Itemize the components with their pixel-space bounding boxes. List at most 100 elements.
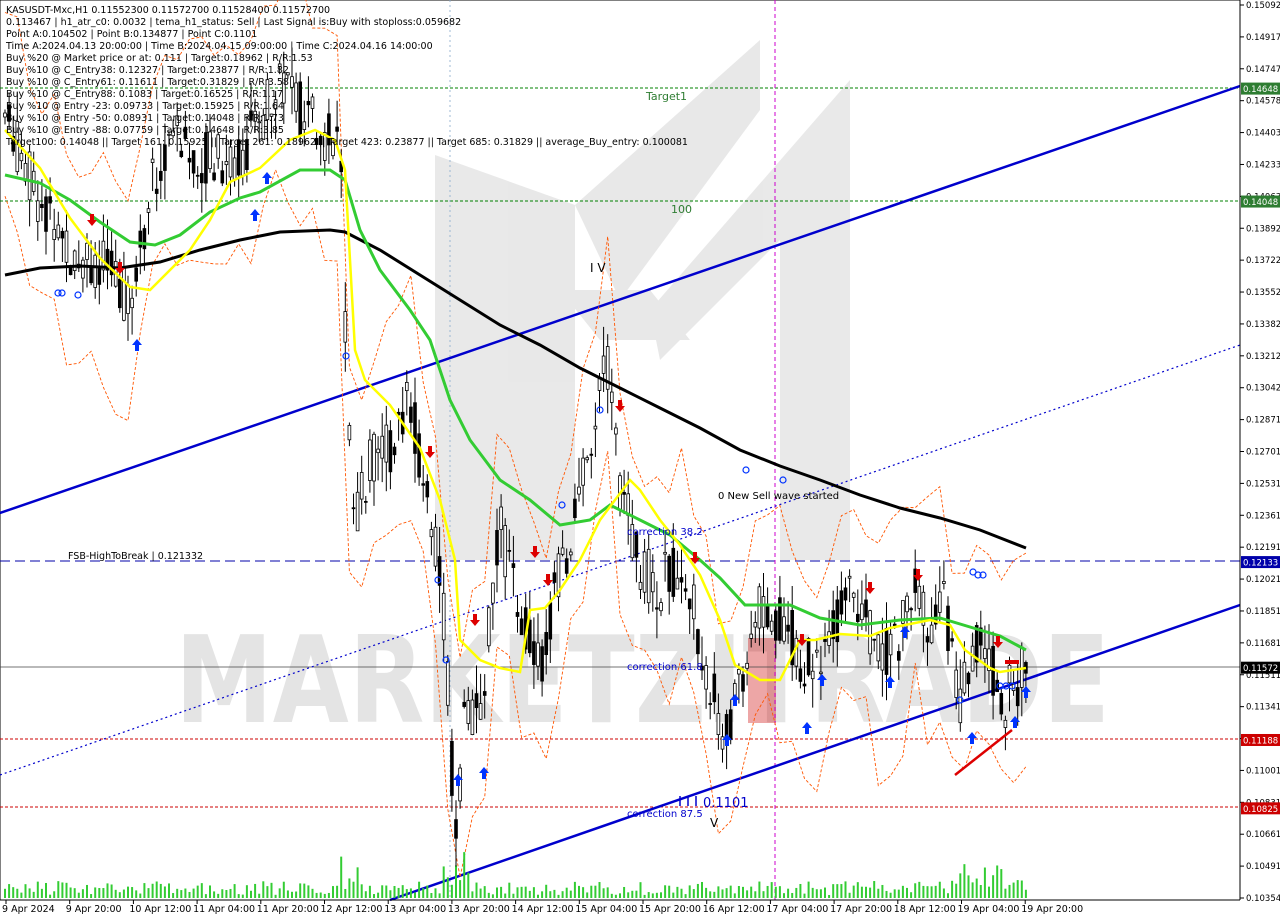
volume-bar (893, 889, 896, 898)
volume-bar (598, 882, 601, 898)
candle-body (404, 381, 409, 392)
candle-body (847, 575, 852, 579)
candle-body (441, 592, 446, 641)
candle-body (335, 126, 339, 132)
candle-body (486, 607, 491, 647)
volume-bar (319, 892, 322, 898)
candle-body (642, 551, 647, 593)
candle-body (786, 624, 790, 632)
volume-bar (688, 885, 691, 898)
volume-bar (401, 885, 404, 898)
price-tag-label: 0.14048 (1243, 198, 1278, 208)
candle-body (585, 457, 589, 461)
candle-body (191, 150, 196, 174)
candle-body (68, 266, 73, 276)
volume-bar (45, 882, 47, 898)
volume-bar (758, 881, 761, 898)
volume-bar (4, 888, 6, 898)
info-line: Buy %10 @ Entry -50: 0.08931 | Target:0.… (6, 113, 284, 124)
volume-bar (959, 873, 962, 898)
candle-body (728, 709, 733, 741)
candle-body (716, 713, 721, 736)
candle-body (19, 152, 24, 162)
candle-body (659, 602, 663, 612)
volume-bar (967, 875, 970, 898)
sell-arrow-icon (87, 214, 97, 226)
candle-body (388, 430, 393, 473)
candle-body (560, 547, 565, 555)
info-panel: KASUSDT-Mxc,H1 0.11552300 0.11572700 0.1… (5, 5, 688, 148)
volume-bar (811, 887, 814, 898)
date-tick-label: 13 Apr 20:00 (448, 904, 510, 915)
price-tick-label: 0.13212 (1246, 352, 1280, 362)
candle-body (667, 555, 671, 592)
date-tick-label: 11 Apr 20:00 (257, 904, 319, 915)
price-tick-label: 0.14578 (1246, 97, 1280, 107)
candle-body (142, 228, 147, 250)
candle-body (601, 355, 606, 374)
price-tick-label: 0.10354 (1246, 894, 1280, 904)
volume-bar (315, 892, 318, 898)
candle-body (56, 224, 61, 239)
volume-bar (229, 888, 232, 898)
candle-body (363, 500, 368, 503)
volume-bar (49, 894, 52, 898)
candle-body (228, 146, 233, 178)
volume-bar (934, 885, 937, 898)
price-tick-label: 0.10491 (1246, 862, 1280, 872)
candle-body (761, 596, 766, 628)
candle-body (774, 610, 778, 641)
candle-body (89, 266, 93, 284)
candle-body (1003, 719, 1008, 728)
candle-body (823, 638, 827, 642)
volume-bar (467, 872, 470, 898)
price-tag-label: 0.12133 (1243, 559, 1278, 569)
volume-bar (836, 884, 839, 898)
date-tick-label: 9 Apr 2024 (2, 904, 55, 915)
candle-body (683, 588, 688, 592)
volume-bar (303, 883, 306, 898)
candle-body (581, 457, 585, 486)
candle-body (52, 229, 56, 240)
candle-body (737, 669, 741, 675)
volume-bar (623, 886, 626, 898)
candle-body (343, 311, 348, 343)
volume-bar (327, 892, 330, 898)
price-axis: 0.15092 0.14917 0.14747 0.14578 0.14403 0.142… (1240, 1, 1280, 904)
volume-bar (975, 878, 978, 898)
candle-body (810, 670, 815, 680)
volume-bar (12, 887, 15, 898)
candle-body (294, 82, 298, 112)
candle-body (749, 633, 753, 639)
candle-body (687, 598, 692, 610)
candle-body (220, 170, 225, 184)
wave-iv-label: I V (590, 261, 606, 275)
volume-bar (163, 886, 166, 898)
volume-bar (147, 888, 150, 898)
volume-bar (996, 865, 999, 898)
volume-bar (446, 877, 449, 898)
volume-bar (524, 886, 527, 898)
volume-bar (414, 892, 416, 898)
candle-body (806, 638, 811, 676)
candle-body (122, 266, 126, 321)
volume-bar (282, 881, 285, 898)
candle-body (240, 149, 245, 177)
volume-bar (1024, 889, 1027, 898)
candle-body (478, 703, 483, 720)
candle-body (421, 483, 425, 486)
candle-body (224, 161, 229, 166)
volume-bar (733, 893, 736, 898)
candle-body (429, 529, 434, 538)
volume-bar (537, 894, 539, 898)
price-tick-label: 0.13042 (1246, 384, 1280, 394)
candle-body (593, 425, 598, 430)
price-tag-label: 0.11572 (1243, 664, 1278, 674)
volume-bar (20, 892, 23, 898)
candle-body (802, 683, 807, 687)
volume-bar (463, 852, 466, 898)
volume-bar (155, 881, 158, 898)
candle-body (897, 651, 901, 661)
volume-bar (479, 888, 482, 898)
volume-bar (651, 893, 654, 898)
